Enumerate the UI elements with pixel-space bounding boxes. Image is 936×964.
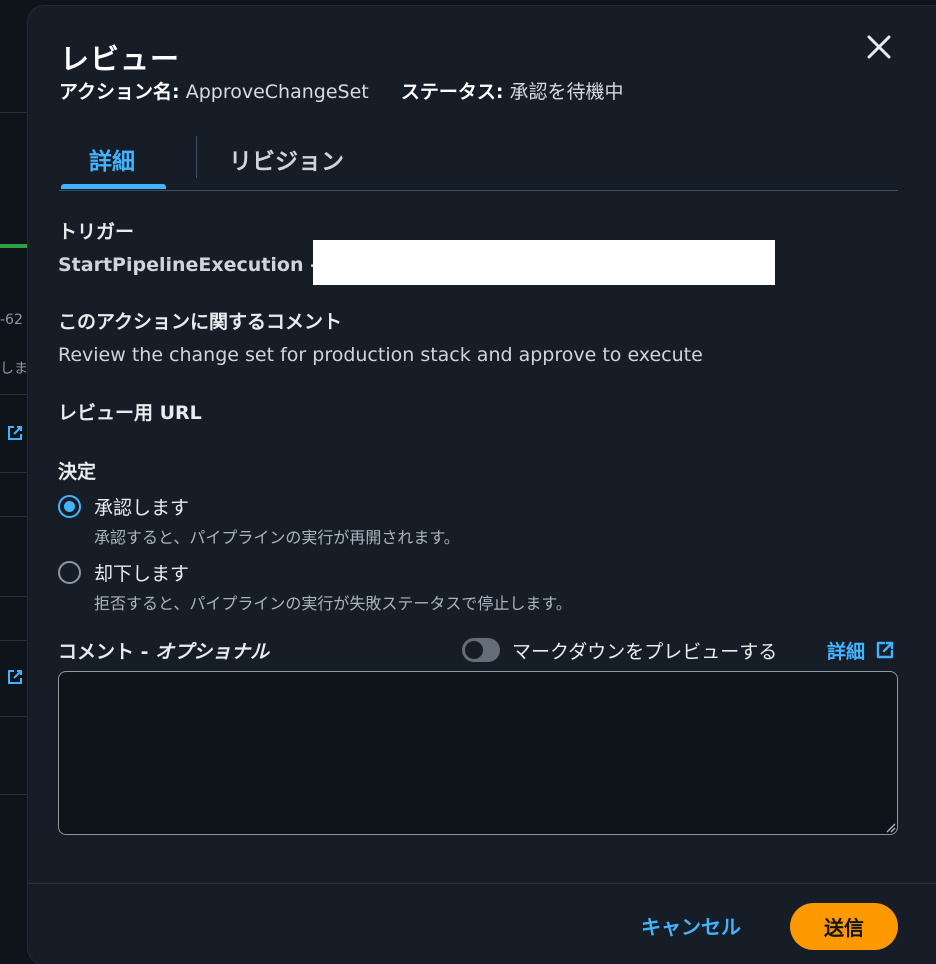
background-divider (0, 472, 30, 473)
action-status-line: アクション名: ApproveChangeSet ステータス: 承認を待機中 (59, 77, 623, 104)
background-divider (0, 716, 30, 717)
background-divider (0, 640, 30, 641)
action-comment-value: Review the change set for production sta… (58, 344, 703, 366)
background-divider (0, 112, 30, 113)
redacted-area (313, 240, 775, 285)
cancel-button[interactable]: キャンセル (641, 911, 741, 940)
background-divider (0, 516, 30, 517)
submit-button[interactable]: 送信 (790, 903, 898, 950)
tab-revisions[interactable]: リビジョン (229, 142, 344, 176)
background-divider (0, 394, 30, 395)
tab-details[interactable]: 詳細 (59, 142, 165, 176)
reject-radio[interactable] (58, 561, 81, 584)
status-label: ステータス: (400, 81, 504, 103)
comment-textarea[interactable] (58, 671, 898, 835)
external-link-icon[interactable] (875, 640, 895, 660)
review-modal: レビュー アクション名: ApproveChangeSet ステータス: 承認を… (28, 6, 936, 964)
background-status-bar (0, 244, 30, 248)
action-name-value: ApproveChangeSet (185, 81, 369, 103)
close-icon[interactable] (864, 32, 894, 62)
review-url-label: レビュー用 URL (58, 402, 202, 424)
decision-label: 決定 (58, 461, 97, 483)
approve-description: 承認すると、パイプラインの実行が再開されます。 (94, 528, 460, 547)
footer-divider (28, 883, 936, 884)
background-divider (0, 794, 30, 795)
markdown-details-link[interactable]: 詳細 (827, 637, 865, 664)
background-text: -62 (0, 312, 23, 328)
trigger-type: StartPipelineExecution - (58, 254, 318, 276)
action-name-label: アクション名: (59, 81, 180, 103)
tab-bar: 詳細 リビジョン (59, 128, 898, 191)
action-comment-label: このアクションに関するコメント (58, 311, 343, 333)
modal-title: レビュー (60, 42, 181, 76)
background-page: -62 しま (0, 0, 30, 964)
tab-separator (196, 136, 197, 178)
trigger-label: トリガー (58, 221, 135, 243)
approve-option[interactable]: 承認します (58, 493, 189, 520)
active-tab-indicator (61, 184, 166, 189)
resize-handle-icon[interactable] (884, 821, 896, 833)
external-link-icon[interactable] (6, 424, 24, 442)
approve-label: 承認します (94, 497, 190, 519)
comment-label-text: コメント - (58, 641, 156, 663)
approve-radio[interactable] (58, 495, 81, 518)
reject-description: 拒否すると、パイプラインの実行が失敗ステータスで停止します。 (94, 594, 572, 613)
comment-optional-text: オプショナル (155, 641, 270, 663)
external-link-icon[interactable] (6, 668, 24, 686)
background-divider (0, 596, 30, 597)
background-text: しま (0, 361, 28, 377)
markdown-preview-label: マークダウンをプレビューする (512, 641, 778, 663)
markdown-preview-toggle[interactable] (462, 638, 500, 662)
reject-label: 却下します (94, 563, 190, 585)
reject-option[interactable]: 却下します (58, 559, 189, 586)
trigger-value: StartPipelineExecution - c (58, 254, 335, 276)
comment-label: コメント - オプショナル (58, 637, 269, 664)
status-value: 承認を待機中 (509, 81, 624, 103)
